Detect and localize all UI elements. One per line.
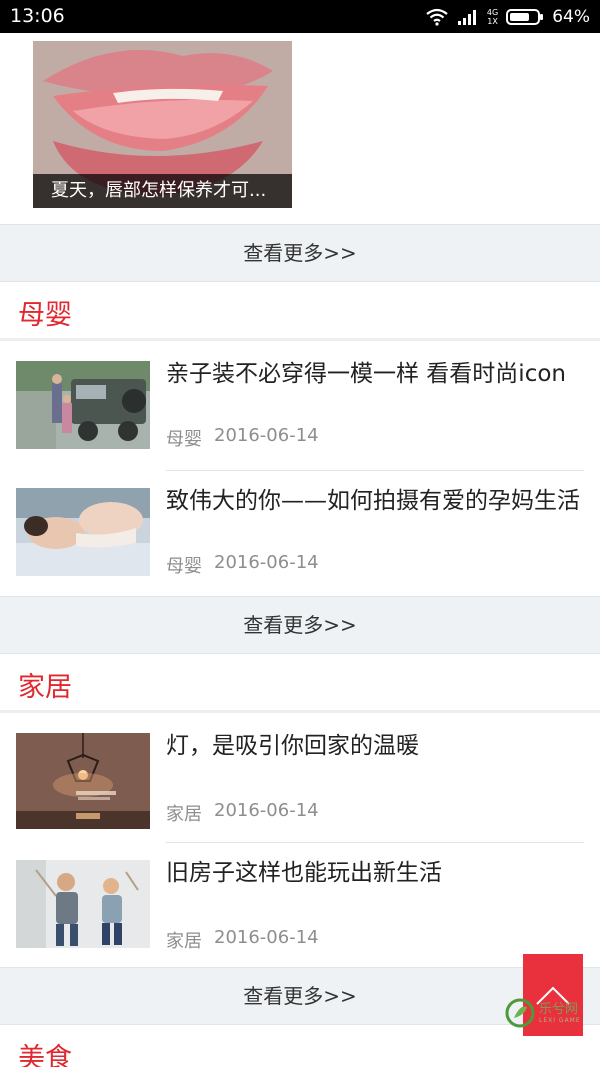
more-button-top[interactable]: 查看更多>> [0, 224, 600, 282]
article-thumbnail-image [16, 361, 150, 449]
article-date: 2016-06-14 [214, 552, 319, 573]
article-meta: 家居 2016-06-14 [166, 800, 319, 826]
watermark-text: 乐兮网 [539, 1001, 579, 1017]
article-meta: 家居 2016-06-14 [166, 927, 319, 953]
article-title: 致伟大的你——如何拍摄有爱的孕妈生活 [166, 488, 580, 514]
article-category: 母婴 [166, 556, 202, 577]
section-title-home: 家居 [18, 672, 72, 703]
article-item[interactable]: 致伟大的你——如何拍摄有爱的孕妈生活 母婴 2016-06-14 [0, 471, 600, 598]
watermark: 乐兮网 LEXI GAME [505, 993, 595, 1033]
status-bar: 13:06 4G 1X 64% [0, 0, 600, 33]
article-item[interactable]: 灯，是吸引你回家的温暖 家居 2016-06-14 [0, 716, 600, 843]
wifi-icon [426, 8, 448, 26]
article-category: 母婴 [166, 429, 202, 450]
article-date: 2016-06-14 [214, 425, 319, 446]
network-type: 4G 1X [487, 8, 498, 26]
article-thumbnail [16, 488, 150, 576]
section-title-food: 美食 [18, 1043, 72, 1067]
more-button-maternal[interactable]: 查看更多>> [0, 596, 600, 654]
battery-percent: 64% [552, 7, 590, 27]
news-feed[interactable]: 夏天，唇部怎样保养才可... 查看更多>> 母婴 亲子装不必穿得一模一样 看看时… [0, 33, 600, 1067]
status-time: 13:06 [10, 5, 65, 27]
network-type-bottom: 1X [487, 17, 498, 26]
article-date: 2016-06-14 [214, 800, 319, 821]
featured-article-caption: 夏天，唇部怎样保养才可... [33, 174, 292, 208]
article-category: 家居 [166, 931, 202, 952]
article-item[interactable]: 旧房子这样也能玩出新生活 家居 2016-06-14 [0, 843, 600, 970]
article-date: 2016-06-14 [214, 927, 319, 948]
article-meta: 母婴 2016-06-14 [166, 552, 319, 578]
article-meta: 母婴 2016-06-14 [166, 425, 319, 451]
signal-icon [457, 10, 476, 25]
article-thumbnail [16, 361, 150, 449]
section-title-maternal: 母婴 [18, 300, 72, 331]
article-item[interactable]: 亲子装不必穿得一模一样 看看时尚icon 母婴 2016-06-14 [0, 344, 600, 471]
featured-article-card[interactable]: 夏天，唇部怎样保养才可... [33, 41, 292, 208]
section-header-maternal: 母婴 [0, 285, 600, 341]
article-thumbnail [16, 733, 150, 829]
status-icons: 4G 1X 64% [425, 5, 590, 29]
article-title: 旧房子这样也能玩出新生活 [166, 860, 442, 886]
article-thumbnail-image [16, 860, 150, 948]
article-category: 家居 [166, 804, 202, 825]
watermark-subtext: LEXI GAME [539, 1016, 581, 1024]
article-thumbnail-image [16, 488, 150, 576]
network-type-top: 4G [486, 8, 499, 17]
article-title: 灯，是吸引你回家的温暖 [166, 733, 419, 759]
article-title: 亲子装不必穿得一模一样 看看时尚icon [166, 361, 566, 387]
article-thumbnail [16, 860, 150, 948]
section-header-food: 美食 [0, 1028, 600, 1067]
section-header-home: 家居 [0, 657, 600, 713]
article-thumbnail-image [16, 733, 150, 829]
battery-icon [506, 9, 544, 25]
leaf-logo-icon [505, 998, 535, 1028]
